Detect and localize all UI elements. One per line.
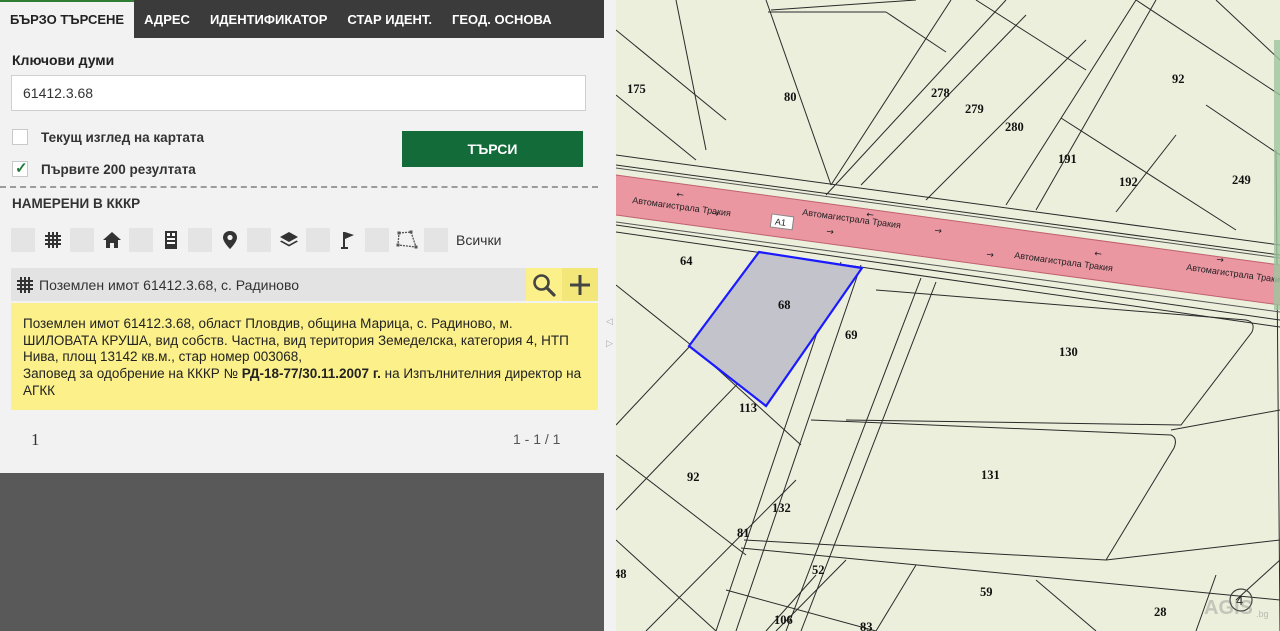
plot-label: 191 [1058,152,1077,166]
filter-checkbox-grid[interactable] [11,228,35,252]
plot-label: 81 [737,526,750,540]
filter-checkbox-layers[interactable] [247,228,271,252]
keywords-input[interactable] [11,75,586,111]
plot-label: 92 [1172,72,1185,86]
plot-label: 83 [860,620,873,631]
plot-label: 64 [680,254,693,268]
plot-label: 48 [616,567,627,581]
expand-right-icon[interactable]: ▷ [606,338,613,349]
watermark-text: AGIS [1204,597,1253,619]
first200-label: Първите 200 резултата [41,161,196,177]
filter-all-label: Всички [456,232,502,248]
collapse-left-icon[interactable]: ◁ [606,316,613,327]
tab-address[interactable]: АДРЕС [134,0,200,38]
plot-label: 131 [981,468,1000,482]
tab-quick-search[interactable]: БЪРЗО ТЪРСЕНЕ [0,0,135,38]
flag-icon [330,228,365,252]
result-item-header[interactable]: Поземлен имот 61412.3.68, с. Радиново [11,268,526,301]
plot-label: 278 [931,86,950,100]
plus-icon [570,274,590,295]
plot-label: 175 [627,82,646,96]
tab-bar: БЪРЗО ТЪРСЕНЕ АДРЕС ИДЕНТИФИКАТОР СТАР И… [0,0,604,38]
tab-geodetic-base[interactable]: ГЕОД. ОСНОВА [442,0,562,38]
zoom-to-result-button[interactable] [526,268,562,301]
info-text-order: Заповед за одобрение на КККР № [23,366,238,382]
info-text-main: Поземлен имот 61412.3.68, област Пловдив… [23,316,569,365]
highway-shield-label: А1 [774,217,786,228]
grid-icon [35,228,70,252]
result-item-title: Поземлен имот 61412.3.68, с. Радиново [39,276,300,293]
search-panel-body: БЪРЗО ТЪРСЕНЕ АДРЕС ИДЕНТИФИКАТОР СТАР И… [0,0,604,473]
cadastral-map[interactable]: Автомагистрала Тракия Автомагистрала Тра… [616,0,1280,631]
watermark-sub: .bg [1256,609,1269,619]
filter-checkbox-all[interactable] [424,228,448,252]
first200-option[interactable]: ✓ Първите 200 резултата [12,160,196,178]
plot-label: 92 [687,470,700,484]
plot-label: 106 [774,613,793,627]
page-number[interactable]: 1 [31,430,40,450]
tab-old-identifier[interactable]: СТАР ИДЕНТ. [337,0,442,38]
filter-checkbox-polygon[interactable] [365,228,389,252]
current-view-checkbox[interactable] [12,129,28,145]
filter-checkbox-flag[interactable] [306,228,330,252]
filter-checkbox-location[interactable] [188,228,212,252]
current-view-option[interactable]: Текущ изглед на картата [12,128,204,146]
map-edge-strip [1274,40,1280,310]
plot-label: 28 [1154,605,1167,619]
plot-label: 132 [772,501,791,515]
filter-checkbox-building[interactable] [129,228,153,252]
search-panel: БЪРЗО ТЪРСЕНЕ АДРЕС ИДЕНТИФИКАТОР СТАР И… [0,0,604,631]
grid-icon [17,276,33,293]
search-icon [533,273,556,297]
info-text-order-number: РД-18-77/30.11.2007 г. [241,366,381,382]
filter-checkbox-home[interactable] [70,228,94,252]
map-canvas[interactable]: Автомагистрала Тракия Автомагистрала Тра… [616,0,1280,631]
building-icon [153,228,188,252]
plot-label: 68 [778,298,791,312]
result-info-box: Поземлен имот 61412.3.68, област Пловдив… [11,303,598,410]
plot-label: 192 [1119,175,1138,189]
tab-identifier[interactable]: ИДЕНТИФИКАТОР [200,0,337,38]
polygon-icon [389,228,424,252]
plot-label: 249 [1232,173,1251,187]
plot-label: 69 [845,328,858,342]
page-range: 1 - 1 / 1 [513,431,561,447]
plot-label: 52 [812,563,825,577]
plot-label: 59 [980,585,993,599]
results-title: НАМЕРЕНИ В КККР [12,196,141,211]
panel-splitter[interactable]: ◁ ▷ [604,0,616,631]
section-divider [0,186,598,188]
highway-shield: А1 [769,213,795,231]
checkmark-icon: ✓ [15,160,28,177]
first200-checkbox[interactable]: ✓ [12,160,28,177]
plot-label: 80 [784,90,797,104]
current-view-label: Текущ изглед на картата [41,129,204,145]
plot-label: 130 [1059,345,1078,359]
plot-label: 113 [739,401,757,415]
home-icon [94,228,129,252]
add-result-button[interactable] [562,268,598,301]
keywords-label: Ключови думи [12,52,115,68]
plot-label: 279 [965,102,984,116]
plot-label: 280 [1005,120,1024,134]
layers-icon [271,228,306,252]
result-type-filters: Всички [11,228,501,252]
search-button[interactable]: ТЪРСИ [402,131,583,167]
location-pin-icon [212,228,247,252]
